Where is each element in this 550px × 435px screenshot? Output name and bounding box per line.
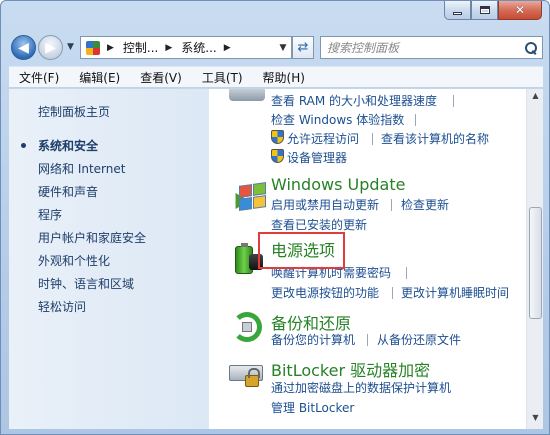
menu-bar: 文件(F) 编辑(E) 查看(V) 工具(T) 帮助(H) xyxy=(9,66,543,88)
sidebar-item-programs[interactable]: 程序 xyxy=(38,206,62,223)
breadcrumb-separator-icon[interactable]: ▶ xyxy=(107,43,114,53)
search-box[interactable]: 搜索控制面板 xyxy=(320,36,543,59)
sidebar-item-ease-of-access[interactable]: 轻松访问 xyxy=(38,298,86,315)
back-arrow-icon: ◀ xyxy=(18,39,29,56)
check-updates-link[interactable]: 检查更新 xyxy=(401,196,449,213)
menu-edit[interactable]: 编辑(E) xyxy=(69,69,130,86)
view-computer-name-link[interactable]: 查看该计算机的名称 xyxy=(381,130,489,147)
sidebar-item-user-accounts[interactable]: 用户帐户和家庭安全 xyxy=(38,229,146,246)
sidebar-home-link[interactable]: 控制面板主页 xyxy=(38,103,110,120)
sidebar-item-clock-region[interactable]: 时钟、语言和区域 xyxy=(38,275,134,292)
restore-files-link[interactable]: 从备份还原文件 xyxy=(377,331,461,348)
refresh-button[interactable]: ⇄ xyxy=(292,36,314,59)
windows-update-icon xyxy=(228,182,267,218)
change-sleep-time-link[interactable]: 更改计算机睡眠时间 xyxy=(401,284,509,301)
flag-pane xyxy=(253,182,266,196)
view-installed-updates-link[interactable]: 查看已安装的更新 xyxy=(271,216,367,233)
scrollbar-thumb[interactable] xyxy=(529,207,542,319)
control-panel-window: ✕ ◀ ▶ ▼ ▶ 控制... ▶ 系统... ▶ ▼ ⇄ 搜索控制面板 文件(… xyxy=(0,0,550,435)
separator xyxy=(406,267,407,279)
system-icon xyxy=(229,89,265,101)
address-dropdown-icon[interactable]: ▼ xyxy=(275,43,291,53)
bitlocker-title[interactable]: BitLocker 驱动器加密 xyxy=(271,357,430,381)
power-button-function-link[interactable]: 更改电源按钮的功能 xyxy=(271,284,379,301)
breadcrumb-control-panel[interactable]: 控制... xyxy=(123,39,158,56)
check-experience-index-link[interactable]: 检查 Windows 体验指数 xyxy=(271,111,404,128)
toggle-auto-update-link[interactable]: 启用或禁用自动更新 xyxy=(271,196,379,213)
separator xyxy=(453,95,454,107)
vertical-scrollbar[interactable]: ▲ ▼ xyxy=(526,89,543,429)
separator xyxy=(415,114,416,126)
backup-drive-icon xyxy=(242,322,252,332)
sidebar-item-network[interactable]: 网络和 Internet xyxy=(38,160,125,177)
windows-update-title[interactable]: Windows Update xyxy=(271,175,405,194)
refresh-icon: ⇄ xyxy=(297,40,309,55)
flag-pane xyxy=(239,197,252,211)
close-icon: ✕ xyxy=(514,3,526,17)
close-button[interactable]: ✕ xyxy=(498,1,542,20)
flag-pane xyxy=(239,184,252,198)
maximize-icon xyxy=(479,6,490,14)
navigation-bar: ◀ ▶ ▼ ▶ 控制... ▶ 系统... ▶ ▼ ⇄ 搜索控制面板 xyxy=(9,33,544,61)
uac-shield-icon xyxy=(271,130,284,144)
maximize-button[interactable] xyxy=(471,1,498,20)
sidebar: 控制面板主页 系统和安全 网络和 Internet 硬件和声音 程序 用户帐户和… xyxy=(9,89,209,429)
forward-button[interactable]: ▶ xyxy=(38,35,63,60)
breadcrumb-separator-icon[interactable]: ▶ xyxy=(224,43,231,53)
menu-file[interactable]: 文件(F) xyxy=(9,69,69,86)
flag-pane xyxy=(253,195,266,209)
backup-computer-link[interactable]: 备份您的计算机 xyxy=(271,331,355,348)
content-pane: 查看 RAM 的大小和处理器速度 检查 Windows 体验指数 允许远程访问 … xyxy=(209,89,526,429)
separator xyxy=(391,199,392,211)
allow-remote-access-link[interactable]: 允许远程访问 xyxy=(287,130,359,147)
control-panel-icon xyxy=(86,40,100,55)
address-bar[interactable]: ▶ 控制... ▶ 系统... ▶ ▼ xyxy=(80,36,292,59)
scroll-up-icon[interactable]: ▲ xyxy=(529,91,542,105)
forward-arrow-icon: ▶ xyxy=(45,39,56,56)
protect-computer-encryption-link[interactable]: 通过加密磁盘上的数据保护计算机 xyxy=(271,379,451,396)
view-ram-link[interactable]: 查看 RAM 的大小和处理器速度 xyxy=(271,92,437,109)
minimize-button[interactable] xyxy=(444,1,471,20)
separator xyxy=(372,133,373,145)
uac-shield-icon xyxy=(271,149,284,163)
bitlocker-icon xyxy=(229,355,265,391)
highlight-box xyxy=(258,232,345,269)
menu-view[interactable]: 查看(V) xyxy=(130,69,192,86)
minimize-icon xyxy=(453,11,462,15)
separator xyxy=(367,334,368,346)
lock-icon xyxy=(245,368,260,387)
manage-bitlocker-link[interactable]: 管理 BitLocker xyxy=(271,399,354,416)
menu-tools[interactable]: 工具(T) xyxy=(192,69,253,86)
back-button[interactable]: ◀ xyxy=(11,35,36,60)
menu-help[interactable]: 帮助(H) xyxy=(253,69,315,86)
separator xyxy=(392,287,393,299)
backup-restore-icon xyxy=(229,308,265,344)
caption-buttons: ✕ xyxy=(444,1,542,20)
history-dropdown-icon[interactable]: ▼ xyxy=(67,42,74,52)
search-icon[interactable] xyxy=(525,41,537,54)
active-bullet-icon xyxy=(21,143,26,148)
breadcrumb-separator-icon[interactable]: ▶ xyxy=(165,43,172,53)
search-placeholder: 搜索控制面板 xyxy=(327,41,400,55)
sidebar-item-appearance[interactable]: 外观和个性化 xyxy=(38,252,110,269)
sidebar-item-system-security[interactable]: 系统和安全 xyxy=(38,137,98,154)
breadcrumb-system-security[interactable]: 系统... xyxy=(181,39,216,56)
sidebar-item-hardware-sound[interactable]: 硬件和声音 xyxy=(38,183,98,200)
scroll-down-icon[interactable]: ▼ xyxy=(529,413,542,427)
device-manager-link[interactable]: 设备管理器 xyxy=(287,149,347,166)
